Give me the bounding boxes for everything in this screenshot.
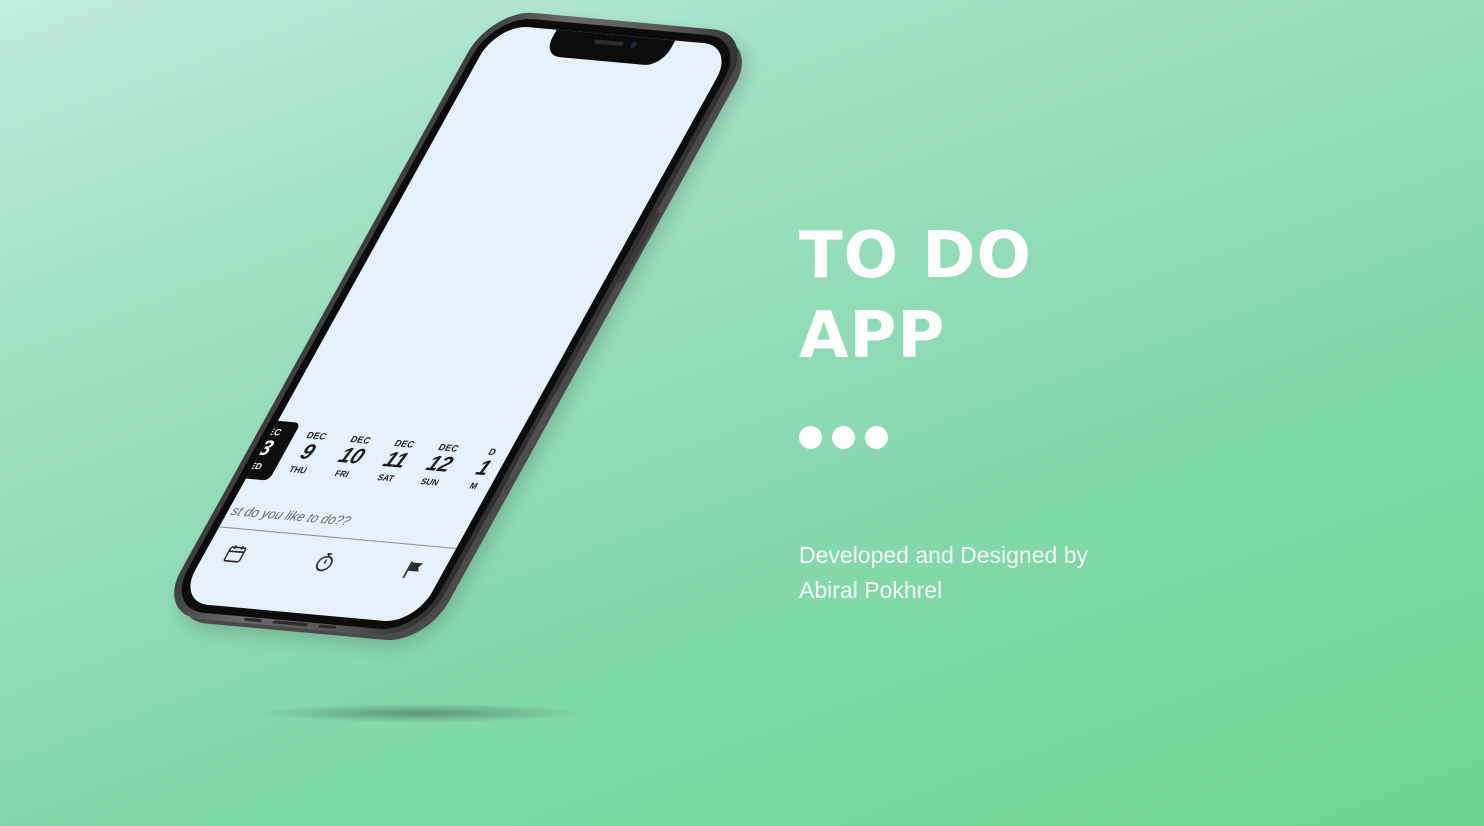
phone-mockup: EC 3 ED DEC 9 THU DEC 10 FRI DEC 11 SAT … [156,9,756,639]
date-day: 11 [378,447,413,473]
title-line-1: TO DO [799,219,1032,293]
dot [799,426,822,449]
timer-icon[interactable] [309,550,342,574]
credit-line-1: Developed and Designed by [799,542,1088,568]
front-camera [629,41,639,49]
speaker-grille [593,39,625,47]
calendar-icon[interactable] [219,542,252,566]
dot [865,426,888,449]
date-day: 10 [334,443,370,469]
date-day: 12 [422,451,458,477]
credit-author: Abiral Pokhrel [799,577,943,603]
page-title: TO DO APP [799,216,1032,376]
flag-icon[interactable] [396,558,429,582]
task-input[interactable]: st do you like to do?? [228,503,354,529]
credit-text: Developed and Designed by Abiral Pokhrel [799,538,1088,608]
dot [832,426,855,449]
phone-floor-shadow [265,704,575,722]
bottom-nav [190,530,455,601]
dots-decoration [799,426,898,450]
date-weekday: SAT [375,472,397,484]
hero-scene: EC 3 ED DEC 9 THU DEC 10 FRI DEC 11 SAT … [0,0,1484,826]
date-weekday: THU [286,463,310,476]
app-screen: EC 3 ED DEC 9 THU DEC 10 FRI DEC 11 SAT … [177,24,735,624]
title-line-2: APP [799,299,946,373]
